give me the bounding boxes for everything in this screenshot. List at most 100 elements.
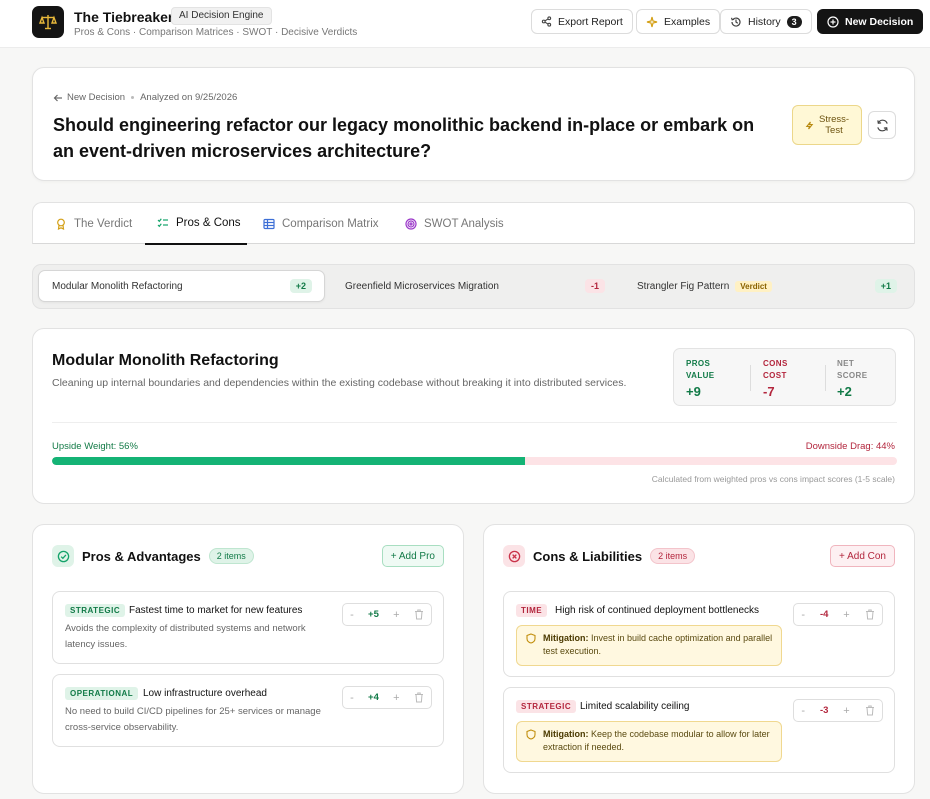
- decrement-button[interactable]: -: [350, 692, 354, 704]
- export-report-label: Export Report: [558, 15, 623, 28]
- trash-icon[interactable]: [865, 609, 875, 620]
- con-title: High risk of continued deployment bottle…: [555, 605, 760, 616]
- examples-button[interactable]: Examples: [636, 9, 721, 34]
- option-score: +1: [874, 279, 897, 293]
- pro-description: Avoids the complexity of distributed sys…: [65, 623, 306, 650]
- export-report-button[interactable]: Export Report: [531, 9, 633, 34]
- back-link[interactable]: New Decision: [53, 92, 125, 103]
- impact-stepper[interactable]: - -3 +: [793, 699, 883, 722]
- cons-cost-label-2: COST: [763, 371, 787, 380]
- app-badge: AI Decision Engine: [171, 7, 272, 25]
- score-stats: PROS VALUE +9 CONS COST -7 NET SCORE +2: [673, 348, 896, 406]
- option-microservices[interactable]: Greenfield Microservices Migration -1: [333, 270, 613, 302]
- mitigation-label: Mitigation:: [543, 729, 589, 739]
- analysis-tabs: The Verdict Pros & Cons Comparison Matri…: [32, 202, 915, 245]
- category-tag: TIME: [516, 604, 548, 617]
- sparkle-icon: [646, 16, 658, 27]
- downside-drag: Downside Drag: 44%: [805, 441, 895, 452]
- pros-title: Pros & Advantages: [82, 548, 201, 564]
- upside-fill: [52, 457, 526, 465]
- option-title: Modular Monolith Refactoring: [52, 352, 279, 369]
- trash-icon[interactable]: [865, 705, 875, 716]
- scales-logo-icon: [32, 6, 64, 38]
- con-item: STRATEGIC Limited scalability ceiling Mi…: [503, 687, 895, 773]
- pro-item: OPERATIONAL Low infrastructure overhead …: [52, 674, 444, 747]
- impact-value: +5: [368, 609, 379, 620]
- tab-pros-cons[interactable]: Pros & Cons: [145, 203, 247, 245]
- bolt-icon: [805, 121, 814, 129]
- category-tag: OPERATIONAL: [65, 687, 139, 700]
- refresh-icon: [876, 119, 888, 131]
- examples-label: Examples: [664, 15, 711, 28]
- mitigation-label: Mitigation:: [543, 633, 589, 643]
- tab-verdict[interactable]: The Verdict: [55, 203, 132, 245]
- verdict-badge: Verdict: [735, 280, 772, 292]
- pro-title: Low infrastructure overhead: [143, 688, 267, 699]
- category-tag: STRATEGIC: [65, 604, 126, 617]
- category-tag: STRATEGIC: [516, 700, 577, 713]
- weight-progress-bar: [52, 457, 897, 465]
- impact-stepper[interactable]: - +5 +: [342, 603, 432, 626]
- back-link-label: New Decision: [67, 92, 126, 103]
- new-decision-button[interactable]: New Decision: [817, 9, 924, 34]
- option-modular-monolith[interactable]: Modular Monolith Refactoring +2: [38, 270, 325, 302]
- con-item: TIME High risk of continued deployment b…: [503, 591, 895, 677]
- impact-stepper[interactable]: - +4 +: [342, 686, 432, 709]
- increment-button[interactable]: +: [393, 609, 399, 621]
- pro-item: STRATEGIC Fastest time to market for new…: [52, 591, 444, 664]
- new-decision-label: New Decision: [845, 15, 914, 28]
- arrow-left-icon: [53, 94, 62, 101]
- question-card: New Decision Analyzed on 9/25/2026 Shoul…: [32, 67, 915, 181]
- history-button[interactable]: History 3: [720, 9, 812, 34]
- impact-stepper[interactable]: - -4 +: [793, 603, 883, 626]
- app-header: The Tiebreaker AI Decision Engine Pros &…: [0, 0, 930, 48]
- refresh-button[interactable]: [868, 111, 896, 139]
- pro-description: No need to build CI/CD pipelines for 25+…: [65, 706, 321, 733]
- net-score-value: +2: [837, 384, 852, 399]
- analyzed-date: Analyzed on 9/25/2026: [140, 92, 238, 103]
- option-label: Strangler Fig Pattern: [637, 280, 730, 292]
- app-subtitle: Pros & Cons · Comparison Matrices · SWOT…: [74, 27, 358, 38]
- cons-count-badge: 2 items: [650, 548, 696, 564]
- decrement-button[interactable]: -: [801, 609, 805, 621]
- decrement-button[interactable]: -: [350, 609, 354, 621]
- upside-weight: Upside Weight: 56%: [52, 441, 138, 452]
- history-count-badge: 3: [786, 15, 802, 28]
- decrement-button[interactable]: -: [801, 705, 805, 717]
- pros-value-label-2: VALUE: [686, 371, 715, 380]
- breadcrumb-separator: [131, 96, 135, 99]
- option-label: Greenfield Microservices Migration: [345, 280, 499, 292]
- option-strangler-fig[interactable]: Strangler Fig Pattern Verdict +1: [625, 270, 905, 302]
- option-selector: Modular Monolith Refactoring +2 Greenfie…: [32, 264, 915, 309]
- grid-icon: [263, 218, 275, 230]
- tab-swot[interactable]: SWOT Analysis: [405, 203, 504, 245]
- increment-button[interactable]: +: [393, 692, 399, 704]
- checklist-icon: [157, 218, 168, 228]
- check-circle-icon: [52, 545, 74, 567]
- add-con-button[interactable]: + Add Con: [830, 545, 895, 567]
- trash-icon[interactable]: [414, 692, 424, 703]
- increment-button[interactable]: +: [843, 705, 849, 717]
- tab-comparison-matrix-label: Comparison Matrix: [282, 218, 379, 230]
- option-score: -1: [584, 279, 605, 293]
- cons-panel: Cons & Liabilities 2 items + Add Con TIM…: [483, 524, 915, 794]
- pros-value: +9: [686, 384, 701, 399]
- impact-value: -3: [819, 705, 829, 716]
- pro-title: Fastest time to market for new features: [129, 605, 303, 616]
- increment-button[interactable]: +: [843, 609, 849, 621]
- add-pro-button[interactable]: + Add Pro: [381, 545, 444, 567]
- stat-divider: [825, 365, 826, 391]
- x-circle-icon: [503, 545, 525, 567]
- cons-cost-stat: CONS COST -7: [763, 358, 788, 399]
- tab-comparison-matrix[interactable]: Comparison Matrix: [263, 203, 379, 245]
- impact-value: -4: [819, 609, 829, 620]
- net-score-stat: NET SCORE +2: [837, 358, 867, 399]
- pros-count-badge: 2 items: [208, 548, 254, 564]
- stress-test-button[interactable]: Stress-Test: [792, 105, 862, 145]
- option-summary-card: Modular Monolith Refactoring Cleaning up…: [32, 328, 915, 504]
- trash-icon[interactable]: [414, 609, 424, 620]
- cons-panel-header: Cons & Liabilities 2 items: [503, 545, 696, 567]
- con-title: Limited scalability ceiling: [580, 701, 690, 712]
- cons-title: Cons & Liabilities: [533, 548, 643, 564]
- breadcrumb: New Decision Analyzed on 9/25/2026: [53, 92, 237, 103]
